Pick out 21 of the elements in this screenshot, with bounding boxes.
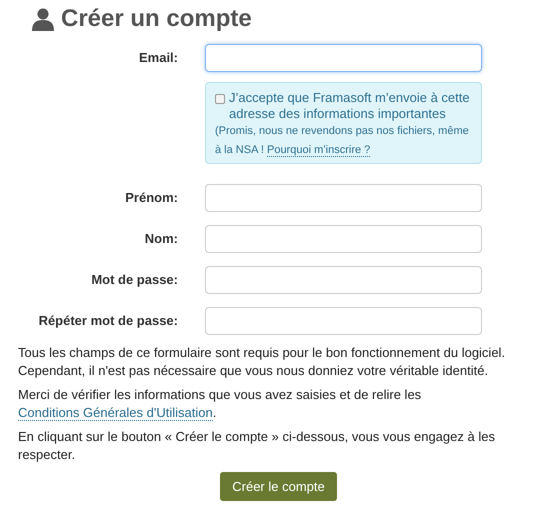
field-label: Mot de passe: (90, 271, 178, 290)
info-paragraph: En cliquant sur le bouton « Créer le compte » ci-dessous, vous vous engagez à les respecter. (18, 428, 496, 464)
field-label: Email: (138, 49, 178, 68)
privacy-note: (Promis, nous ne revendons pas nos fichiers, même à la NSA ! Pourquoi m’inscrire ? (215, 124, 470, 159)
input-field[interactable] (205, 225, 482, 253)
info-paragraph: Merci de vérifier les informations que vous avez saisies et de relire les Conditions Générales d'Utilisation. (18, 386, 422, 422)
consent-text: J’accepte que Framasoft m’envoie à cette adresse des informations importantes (229, 90, 471, 122)
field-label: Répéter mot de passe: (38, 312, 178, 330)
user-icon (31, 7, 55, 31)
input-field[interactable] (205, 266, 482, 294)
input-field[interactable] (205, 184, 482, 212)
input-field[interactable] (205, 307, 482, 335)
page-title: Créer un compte (61, 4, 252, 34)
field-label: Nom: (144, 230, 178, 248)
terms-link[interactable]: Conditions Générales d'Utilisation (18, 405, 213, 421)
input-field[interactable] (205, 44, 482, 72)
checkbox[interactable] (215, 94, 225, 104)
why-register-link[interactable]: Pourquoi m’inscrire ? (266, 144, 370, 157)
create-account-button[interactable]: Créer le compte (220, 472, 337, 501)
info-paragraph: Tous les champs de ce formulaire sont requis pour le bon fonctionnement du logiciel. Cependant, il n'est pas nécessaire que vous nous donniez votre véritable identité. (18, 344, 506, 380)
field-label: Prénom: (124, 189, 178, 208)
